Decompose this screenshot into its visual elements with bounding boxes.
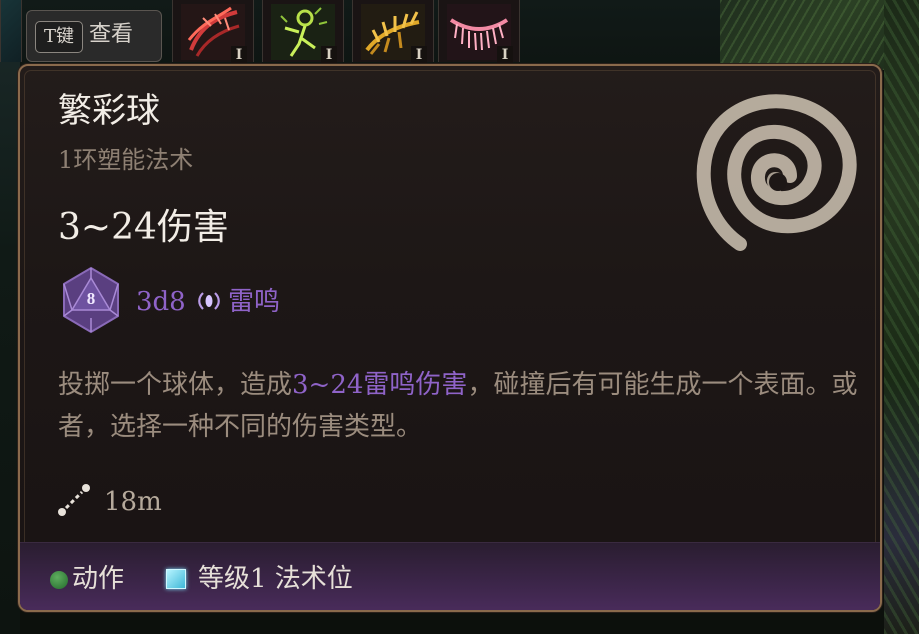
toggle-details-label: 查看 — [89, 22, 134, 47]
hotbar-slot-partial[interactable] — [0, 0, 22, 62]
description-highlight: 3~24雷鸣伤害 — [292, 370, 468, 400]
toggle-details-button[interactable]: T键 查看 — [26, 10, 162, 62]
damage-type-label: 雷鸣 — [228, 287, 281, 317]
description-text-before: 投掷一个球体，造成 — [58, 370, 293, 400]
spell-level-badge: I — [231, 46, 247, 64]
cost-bar: 动作 等级1 法术位 — [20, 542, 880, 610]
dice-formula: 3d8 — [136, 287, 186, 317]
background-left — [0, 0, 20, 634]
background-foliage-right — [884, 0, 919, 634]
spell-description: 投掷一个球体，造成3~24雷鸣伤害，碰撞后有可能生成一个表面。或者，选择一种不同… — [58, 364, 858, 448]
spell-level-badge: I — [411, 46, 427, 64]
action-cost-label: 动作 — [72, 564, 125, 594]
spell-slot-cost-label: 等级1 法术位 — [198, 564, 353, 594]
spell-level-badge: I — [497, 46, 513, 64]
hotbar-slot-3[interactable]: I — [352, 0, 434, 64]
spiral-spell-icon — [696, 94, 857, 251]
spell-range: 18m — [104, 487, 162, 517]
range-icon — [58, 484, 90, 516]
hotbar-slot-4[interactable]: I — [438, 0, 520, 64]
d8-dice-icon: 8 — [63, 266, 119, 334]
spell-school: 1环塑能法术 — [58, 146, 194, 174]
spell-slot-icon — [166, 569, 186, 589]
damage-summary: 3~24伤害 — [58, 207, 229, 248]
hotbar: T键 查看 I I I I — [0, 0, 720, 66]
die-face-number: 8 — [87, 289, 96, 308]
hotbar-slot-1[interactable]: I — [172, 0, 254, 64]
spell-tooltip: 繁彩球 1环塑能法术 3~24伤害 8 3d8 雷鸣 投掷一个球体，造成3~24… — [18, 64, 882, 612]
thunder-damage-icon — [198, 292, 220, 310]
action-resource-icon — [50, 571, 68, 589]
spell-title: 繁彩球 — [58, 91, 160, 131]
spell-level-badge: I — [321, 46, 337, 64]
keybind-t: T键 — [35, 21, 83, 53]
hotbar-slot-2[interactable]: I — [262, 0, 344, 64]
